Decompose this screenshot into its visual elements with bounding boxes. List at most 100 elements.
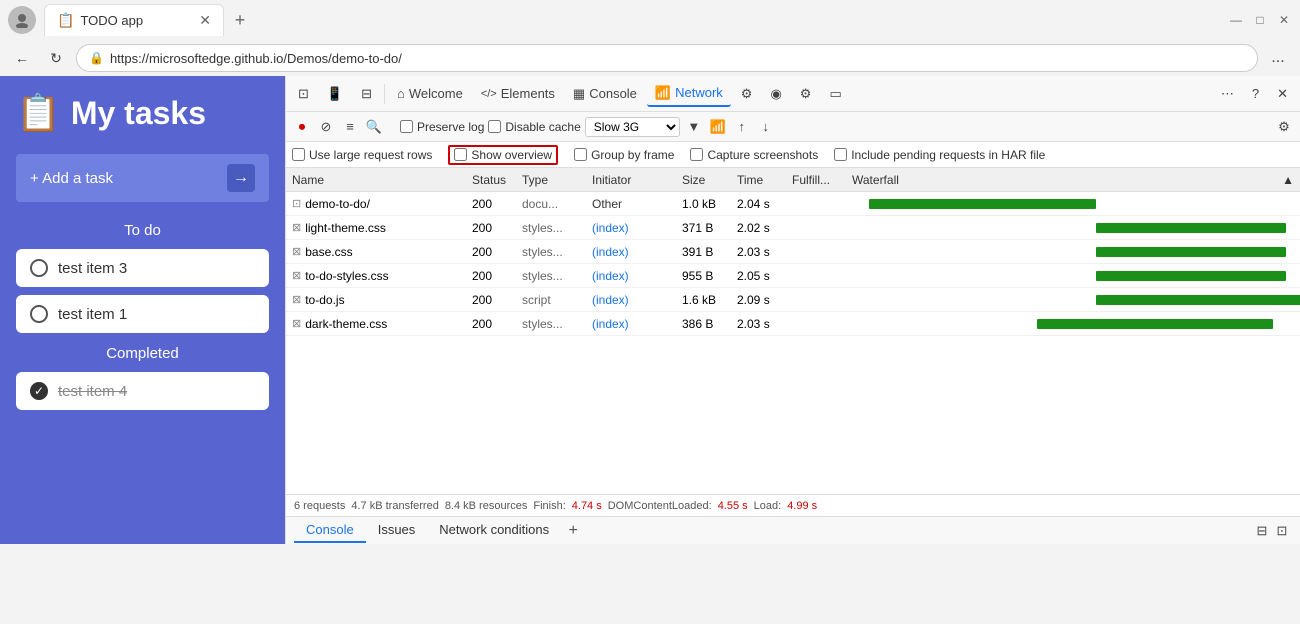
- task-item[interactable]: test item 3: [16, 249, 269, 287]
- title-bar: 📋 TODO app ✕ + — □ ✕: [0, 0, 1300, 40]
- devtools-network-tab[interactable]: 📶 Network: [647, 81, 731, 107]
- group-by-frame-option[interactable]: Group by frame: [574, 148, 674, 162]
- bottom-tab-console[interactable]: Console: [294, 518, 366, 543]
- sidebar-icon: ▭: [829, 86, 841, 102]
- tab-favicon: 📋: [57, 12, 74, 29]
- devtools-settings-button[interactable]: ⚙: [792, 82, 820, 106]
- completed-task-item[interactable]: ✓ test item 4: [16, 372, 269, 410]
- clear-button[interactable]: ⊘: [316, 117, 336, 137]
- td-waterfall: [846, 288, 1300, 312]
- bottom-tabs: Console Issues Network conditions + ⊟ ⊡: [286, 516, 1300, 544]
- table-row[interactable]: ⊡ demo-to-do/ 200 docu... Other 1.0 kB 2…: [286, 192, 1300, 216]
- th-initiator: Initiator: [586, 173, 676, 187]
- bottom-detach-button[interactable]: ⊡: [1272, 521, 1292, 541]
- task-checkbox[interactable]: [30, 259, 48, 277]
- user-avatar: [8, 6, 36, 34]
- bottom-add-tab-button[interactable]: +: [561, 519, 585, 543]
- th-time: Time: [731, 173, 786, 187]
- resources-size: 8.4 kB resources: [445, 500, 528, 512]
- inspect-icon: ⊡: [298, 86, 309, 102]
- td-initiator[interactable]: (index): [586, 293, 676, 307]
- network-toolbar: ⏺ ⊘ ≡ 🔍 Preserve log Disable cache Slow …: [286, 112, 1300, 142]
- tab-close-button[interactable]: ✕: [199, 12, 211, 29]
- capture-screenshots-checkbox[interactable]: [690, 148, 703, 161]
- table-row[interactable]: ⊠ to-do.js 200 script (index) 1.6 kB 2.0…: [286, 288, 1300, 312]
- search-button[interactable]: 🔍: [364, 117, 384, 137]
- close-button[interactable]: ✕: [1276, 12, 1292, 28]
- add-task-button[interactable]: + Add a task →: [16, 154, 269, 202]
- include-pending-option[interactable]: Include pending requests in HAR file: [834, 148, 1045, 162]
- devtools-elements-tab[interactable]: </> Elements: [473, 82, 563, 105]
- group-by-frame-checkbox[interactable]: [574, 148, 587, 161]
- devtools-console-tab[interactable]: ▦ Console: [565, 82, 645, 106]
- browser-tab[interactable]: 📋 TODO app ✕: [44, 4, 224, 36]
- online-icon[interactable]: 📶: [708, 117, 728, 137]
- elements-icon: </>: [481, 88, 497, 100]
- address-input[interactable]: 🔒 https://microsoftedge.github.io/Demos/…: [76, 44, 1258, 72]
- upload-icon[interactable]: ↑: [732, 117, 752, 137]
- table-row[interactable]: ⊠ to-do-styles.css 200 styles... (index)…: [286, 264, 1300, 288]
- task-checkbox-checked[interactable]: ✓: [30, 382, 48, 400]
- td-type: styles...: [516, 221, 586, 235]
- devtools-drawer-button[interactable]: ⊟: [353, 82, 380, 106]
- new-tab-button[interactable]: +: [226, 6, 254, 34]
- td-status: 200: [466, 245, 516, 259]
- task-item[interactable]: test item 1: [16, 295, 269, 333]
- requests-count: 6 requests: [294, 500, 345, 512]
- devtools-device-button[interactable]: 📱: [319, 82, 351, 106]
- row-name: to-do.js: [305, 293, 344, 307]
- bottom-tab-network-conditions[interactable]: Network conditions: [427, 518, 561, 543]
- preserve-log-checkbox[interactable]: Preserve log: [400, 120, 484, 134]
- td-initiator[interactable]: (index): [586, 317, 676, 331]
- devtools-help-button[interactable]: ?: [1244, 82, 1267, 105]
- browser-menu-button[interactable]: ...: [1264, 44, 1292, 72]
- completed-section-title: Completed: [16, 345, 269, 362]
- show-overview-checkbox[interactable]: [454, 148, 467, 161]
- capture-screenshots-option[interactable]: Capture screenshots: [690, 148, 818, 162]
- large-rows-checkbox[interactable]: [292, 148, 305, 161]
- file-icon: ⊠: [292, 245, 301, 258]
- devtools-welcome-tab[interactable]: ⌂ Welcome: [389, 82, 471, 105]
- maximize-button[interactable]: □: [1252, 12, 1268, 28]
- td-waterfall: [846, 240, 1300, 264]
- td-type: styles...: [516, 317, 586, 331]
- todo-sidebar: 📋 My tasks + Add a task → To do test ite…: [0, 76, 285, 544]
- td-time: 2.05 s: [731, 269, 786, 283]
- td-initiator[interactable]: (index): [586, 221, 676, 235]
- devtools-sources-button[interactable]: ⚙: [733, 82, 761, 106]
- devtools-close-button[interactable]: ✕: [1269, 82, 1296, 106]
- load-value: 4.99 s: [787, 500, 817, 512]
- td-type: script: [516, 293, 586, 307]
- throttle-dropdown-icon[interactable]: ▼: [684, 117, 704, 137]
- devtools-performance-button[interactable]: ◉: [762, 82, 789, 106]
- domcontent-value: 4.55 s: [718, 500, 748, 512]
- show-overview-option[interactable]: Show overview: [448, 145, 558, 165]
- preserve-log-input[interactable]: [400, 120, 413, 133]
- network-settings-icon[interactable]: ⚙: [1274, 117, 1294, 137]
- td-initiator[interactable]: (index): [586, 269, 676, 283]
- table-row[interactable]: ⊠ dark-theme.css 200 styles... (index) 3…: [286, 312, 1300, 336]
- bottom-tab-issues[interactable]: Issues: [366, 518, 428, 543]
- table-row[interactable]: ⊠ base.css 200 styles... (index) 391 B 2…: [286, 240, 1300, 264]
- todo-header: 📋 My tasks: [16, 92, 269, 134]
- devtools-more-button[interactable]: ⋯: [1213, 82, 1242, 106]
- completed-section: Completed ✓ test item 4: [16, 345, 269, 410]
- bottom-panel-button[interactable]: ⊟: [1252, 521, 1272, 541]
- devtools-inspect-button[interactable]: ⊡: [290, 82, 317, 106]
- devtools-sidebar-button[interactable]: ▭: [821, 82, 849, 106]
- large-rows-option[interactable]: Use large request rows: [292, 148, 432, 162]
- disable-cache-checkbox[interactable]: Disable cache: [488, 120, 580, 134]
- back-button[interactable]: ←: [8, 44, 36, 72]
- include-pending-checkbox[interactable]: [834, 148, 847, 161]
- task-checkbox[interactable]: [30, 305, 48, 323]
- filter-button[interactable]: ≡: [340, 117, 360, 137]
- refresh-button[interactable]: ↻: [42, 44, 70, 72]
- download-icon[interactable]: ↓: [756, 117, 776, 137]
- table-row[interactable]: ⊠ light-theme.css 200 styles... (index) …: [286, 216, 1300, 240]
- file-icon: ⊠: [292, 221, 301, 234]
- minimize-button[interactable]: —: [1228, 12, 1244, 28]
- disable-cache-input[interactable]: [488, 120, 501, 133]
- td-initiator[interactable]: (index): [586, 245, 676, 259]
- throttle-select[interactable]: Slow 3G No throttling Fast 3G Offline: [585, 117, 680, 137]
- record-button[interactable]: ⏺: [292, 117, 312, 137]
